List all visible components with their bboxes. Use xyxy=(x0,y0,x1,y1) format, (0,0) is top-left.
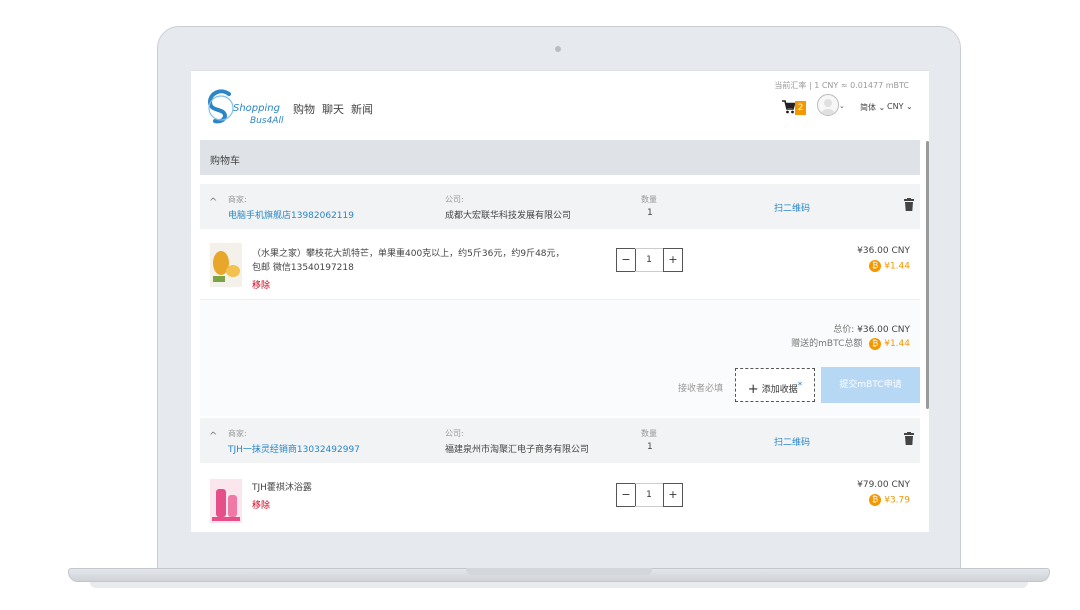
product-thumbnail-mango[interactable] xyxy=(210,243,242,287)
laptop-base-shadow xyxy=(90,582,1028,588)
cart-count-badge[interactable]: 2 xyxy=(795,101,806,115)
nav-shop[interactable]: 购物 xyxy=(293,101,315,117)
avatar[interactable] xyxy=(817,94,839,116)
merchant-link[interactable]: TJH一抹灵经销商13032492997 xyxy=(228,442,360,455)
item-btc: ₿ ¥3.79 xyxy=(869,494,910,506)
btc-total-value: ¥1.44 xyxy=(884,339,910,349)
laptop-camera xyxy=(555,46,561,52)
item-btc-value: ¥3.79 xyxy=(884,495,910,506)
add-receiver-label: 添加收据 xyxy=(761,385,798,395)
quantity-input[interactable]: 1 xyxy=(635,483,663,507)
quantity-stepper: − 1 + xyxy=(616,248,684,272)
required-star-icon: * xyxy=(797,381,803,391)
chevron-up-icon[interactable]: ^ xyxy=(209,431,217,442)
remove-link[interactable]: 移除 xyxy=(252,498,270,511)
total-label: 总价: xyxy=(833,325,855,335)
merchant-row-1: ^ 商家: 电脑手机旗舰店13982062119 公司: 成都大宏联华科技发展有… xyxy=(200,184,920,229)
exchange-rate: 当前汇率 | 1 CNY ≈ 0.01477 mBTC xyxy=(774,81,909,90)
user-avatar-icon xyxy=(821,99,835,115)
submit-mbtc-button[interactable]: 提交mBTC申请 xyxy=(821,367,920,403)
bitcoin-icon: ₿ xyxy=(869,260,882,272)
quantity-label: 数量 xyxy=(641,429,657,438)
quantity-input[interactable]: 1 xyxy=(635,248,663,272)
order-summary-1: 总价: ¥36.00 CNY 赠送的mBTC总额 ₿ ¥1.44 接收者必填 + 添… xyxy=(200,300,920,416)
remove-link[interactable]: 移除 xyxy=(252,278,270,291)
merchant-row-2: ^ 商家: TJH一抹灵经销商13032492997 公司: 福建泉州市淘聚汇电… xyxy=(200,418,920,463)
cart-item-1: （水果之家）攀枝花大凯特芒，单果重400克以上，约5斤36元，约9斤48元，包邮… xyxy=(200,229,920,300)
quantity-stepper: − 1 + xyxy=(616,483,684,507)
trash-icon[interactable] xyxy=(904,432,914,445)
total-line: 总价: ¥36.00 CNY xyxy=(833,322,910,335)
merchant-label: 商家: xyxy=(228,195,247,204)
language-select[interactable]: 简体 ⌄ xyxy=(860,102,885,113)
item-price: ¥36.00 CNY xyxy=(857,246,910,256)
increment-button[interactable]: + xyxy=(663,483,683,507)
logo-text-line2: Bus4All xyxy=(250,116,284,126)
nav-news[interactable]: 新闻 xyxy=(351,101,373,117)
top-header: Shopping Bus4All 购物 聊天 新闻 当前汇率 | 1 CNY ≈… xyxy=(191,71,929,139)
scan-qr-link[interactable]: 扫二维码 xyxy=(774,201,810,214)
app-screen: Shopping Bus4All 购物 聊天 新闻 当前汇率 | 1 CNY ≈… xyxy=(191,70,929,532)
quantity-value: 1 xyxy=(647,442,653,452)
logo-icon xyxy=(207,89,234,124)
trash-icon[interactable] xyxy=(904,198,914,211)
item-btc: ₿ ¥1.44 xyxy=(869,260,910,272)
laptop-notch xyxy=(466,568,652,575)
nav-chat[interactable]: 聊天 xyxy=(322,101,344,117)
logo-text-line1: Shopping xyxy=(233,103,280,114)
decrement-button[interactable]: − xyxy=(616,248,636,272)
total-value: ¥36.00 CNY xyxy=(857,325,910,335)
merchant-label: 商家: xyxy=(228,429,247,438)
cart-icon[interactable] xyxy=(782,100,795,114)
decrement-button[interactable]: − xyxy=(616,483,636,507)
cart-title: 购物车 xyxy=(210,156,240,167)
bitcoin-icon: ₿ xyxy=(869,337,882,350)
cart-item-2: TJH藿祺沐浴露 移除 − 1 + ¥79.00 CNY ₿ ¥3.79 xyxy=(200,463,920,532)
quantity-label: 数量 xyxy=(641,195,657,204)
scan-qr-link[interactable]: 扫二维码 xyxy=(774,435,810,448)
receiver-required-note: 接收者必填 xyxy=(678,384,724,394)
plus-icon: + xyxy=(747,382,759,397)
company-label: 公司: xyxy=(445,429,464,438)
company-name: 成都大宏联华科技发展有限公司 xyxy=(445,211,572,221)
btc-total-line: 赠送的mBTC总额 ₿ ¥1.44 xyxy=(791,336,910,350)
vertical-scrollbar[interactable] xyxy=(926,141,929,409)
btc-total-label: 赠送的mBTC总额 xyxy=(791,339,863,349)
company-label: 公司: xyxy=(445,195,464,204)
product-thumbnail-bodywash[interactable] xyxy=(210,479,242,523)
item-btc-value: ¥1.44 xyxy=(884,261,910,272)
merchant-link[interactable]: 电脑手机旗舰店13982062119 xyxy=(228,208,354,221)
increment-button[interactable]: + xyxy=(663,248,683,272)
bitcoin-icon: ₿ xyxy=(869,494,882,506)
product-name[interactable]: TJH藿祺沐浴露 xyxy=(252,481,572,495)
currency-select[interactable]: CNY ⌄ xyxy=(887,102,913,111)
company-name: 福建泉州市淘聚汇电子商务有限公司 xyxy=(445,445,590,455)
chevron-up-icon[interactable]: ^ xyxy=(209,197,217,208)
add-receiver-button[interactable]: + 添加收据* xyxy=(735,368,815,402)
product-name[interactable]: （水果之家）攀枝花大凯特芒，单果重400克以上，约5斤36元，约9斤48元，包邮… xyxy=(252,247,572,275)
cart-title-bar: 购物车 xyxy=(200,140,920,175)
item-price: ¥79.00 CNY xyxy=(857,480,910,490)
quantity-value: 1 xyxy=(647,208,653,218)
avatar-chevron-down-icon[interactable]: ⌄ xyxy=(839,102,845,110)
